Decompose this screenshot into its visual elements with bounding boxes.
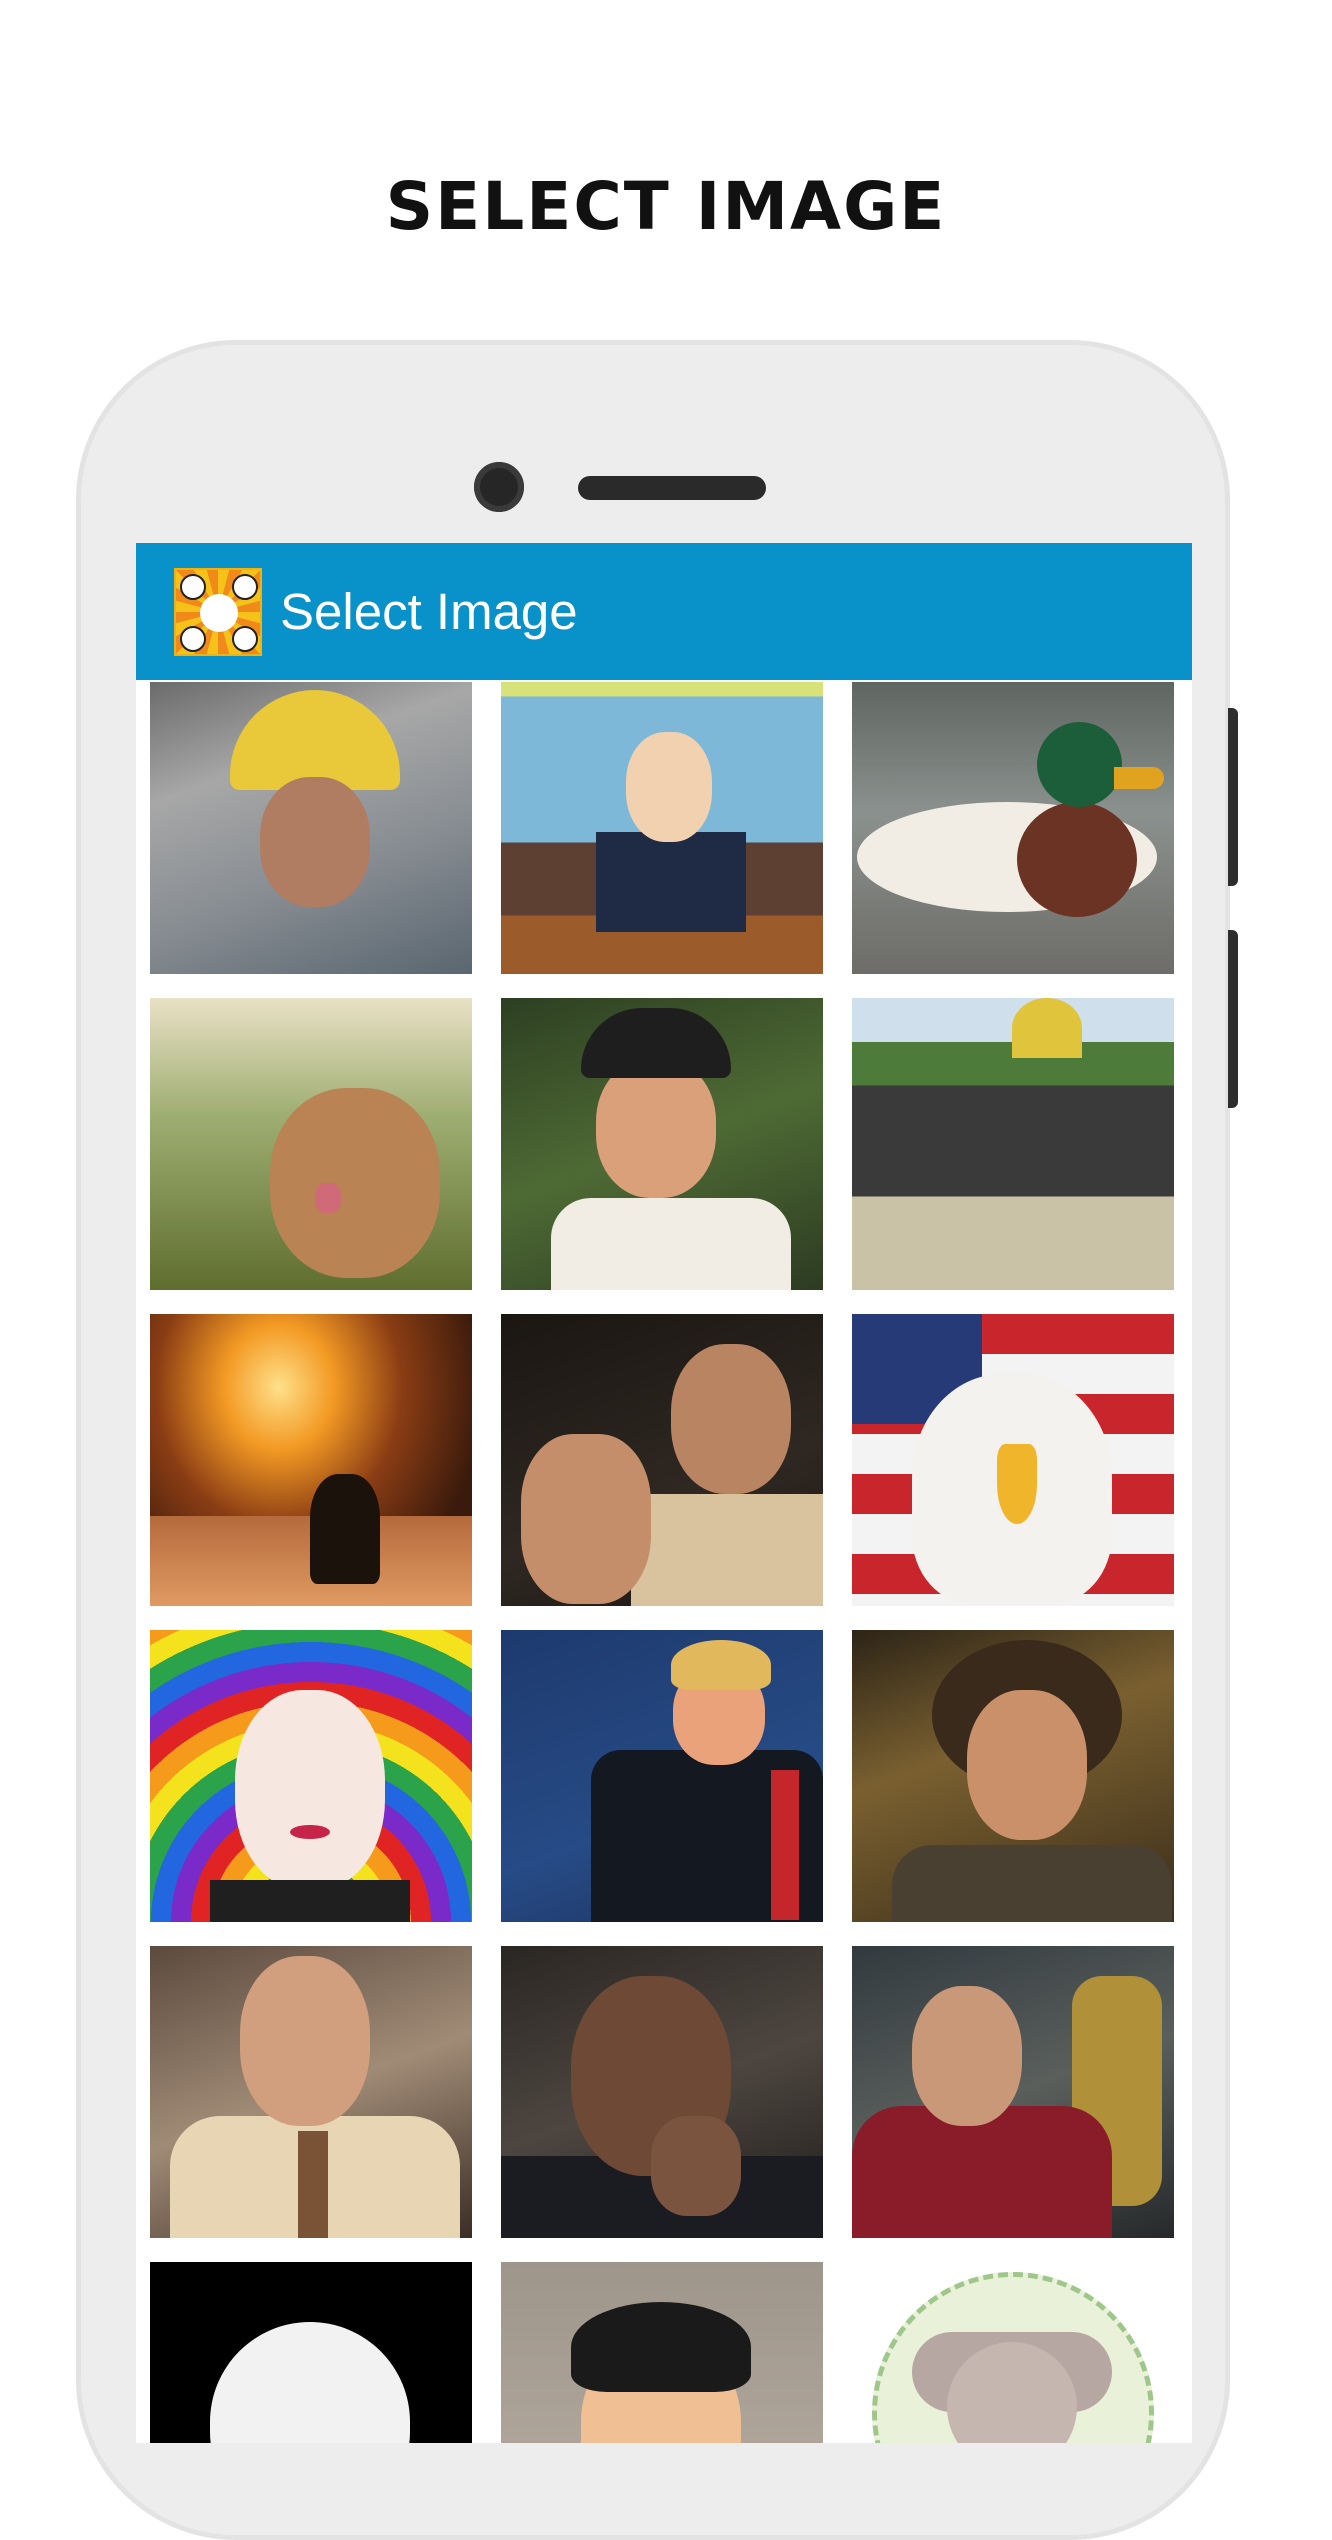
volume-up-button: [1228, 708, 1238, 886]
thumb-office-man[interactable]: [150, 1946, 472, 2238]
thumb-koala[interactable]: [852, 2262, 1174, 2443]
thumb-burning-house[interactable]: [150, 1314, 472, 1606]
thumb-mallard-duck[interactable]: [852, 682, 1174, 974]
thumb-american-eagle[interactable]: [852, 1314, 1174, 1606]
thumb-anonymous-mask[interactable]: [150, 2262, 472, 2443]
thumb-dirty-jobs[interactable]: [150, 682, 472, 974]
meme-app-logo-icon: [174, 567, 262, 656]
image-grid: [150, 682, 1180, 2443]
thumb-rainbow-portrait[interactable]: [150, 1630, 472, 1922]
camera-icon: [474, 462, 524, 512]
page-heading: SELECT IMAGE: [385, 168, 947, 245]
thumb-crowd-cat[interactable]: [852, 998, 1174, 1290]
thumb-photobomb-cat[interactable]: [150, 998, 472, 1290]
thumb-south-park-anchor[interactable]: [501, 682, 823, 974]
thumb-golfer[interactable]: [501, 998, 823, 1290]
app-screen: Select Image: [136, 543, 1192, 2443]
thumb-politician-speech[interactable]: [501, 1630, 823, 1922]
volume-down-button: [1228, 930, 1238, 1108]
thumb-aliens-guy[interactable]: [852, 1630, 1174, 1922]
app-toolbar: Select Image: [136, 543, 1192, 680]
thumb-captain-facepalm[interactable]: [852, 1946, 1174, 2238]
thumb-cartoon-spy[interactable]: [501, 2262, 823, 2443]
toolbar-title: Select Image: [280, 583, 578, 640]
thumb-man-with-gun[interactable]: [501, 1314, 823, 1606]
speaker-grille: [578, 476, 766, 500]
thumb-pointing-man[interactable]: [501, 1946, 823, 2238]
